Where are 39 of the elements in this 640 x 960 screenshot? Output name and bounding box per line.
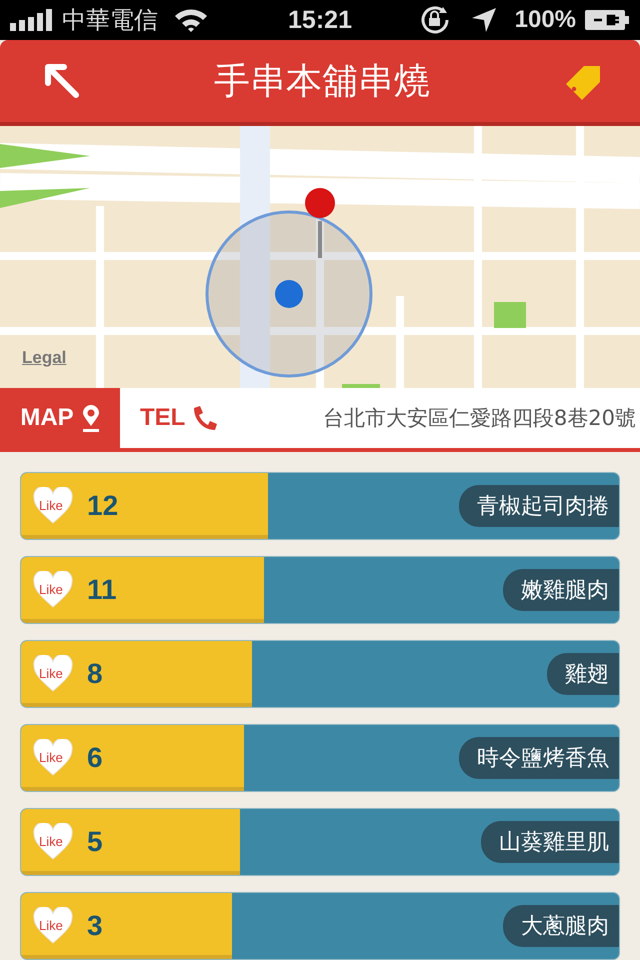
like-label: Like [39,834,63,849]
heart-icon[interactable] [33,487,73,525]
tel-button[interactable]: TEL [120,404,220,432]
like-count: 12 [87,490,118,522]
heart-icon[interactable] [33,571,73,609]
address-text: 台北市大安區仁愛路四段8巷20號 [322,405,637,432]
like-label: Like [39,918,63,933]
back-arrow-icon[interactable] [44,63,80,99]
battery-icon [584,9,630,31]
like-count: 8 [87,658,103,690]
legal-link[interactable]: Legal [22,348,66,368]
heart-icon[interactable] [33,907,73,945]
location-pin-icon [82,404,100,432]
dish-name: 雞翅 [547,653,619,695]
map-button[interactable]: MAP [0,388,120,448]
location-arrow-icon [470,7,497,33]
dish-name: 時令鹽烤香魚 [459,737,619,779]
wifi-icon [174,7,208,33]
like-label: Like [39,582,63,597]
clock-time: 15:21 [288,6,352,34]
like-count: 11 [87,574,117,606]
like-label: Like [39,498,63,513]
dish-name: 山葵雞里肌 [481,821,619,863]
heart-icon[interactable] [33,739,73,777]
dish-name: 青椒起司肉捲 [459,485,619,527]
like-count: 6 [87,742,103,774]
dish-name: 大蔥腿肉 [503,905,619,947]
heart-icon[interactable] [33,823,73,861]
carrier-name: 中華電信 [62,6,158,36]
battery-percentage: 100% [514,6,576,34]
like-count: 3 [87,910,103,942]
like-count: 5 [87,826,103,858]
page-title: 手串本舖串燒 [214,60,430,104]
heart-icon[interactable] [33,655,73,693]
like-label: Like [39,750,63,765]
signal-icon [10,9,54,31]
like-label: Like [39,666,63,681]
dish-name: 嫩雞腿肉 [503,569,619,611]
phone-icon [191,404,220,432]
